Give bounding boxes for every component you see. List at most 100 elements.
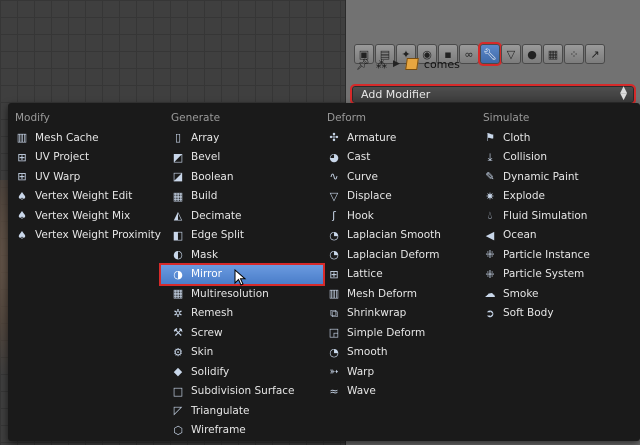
screw-icon: ⚒ <box>173 326 183 340</box>
menu-item-hook[interactable]: ʃ Hook <box>320 206 476 226</box>
menu-item-cloth[interactable]: ⚑ Cloth <box>476 128 632 148</box>
object-icon <box>405 58 419 70</box>
explode-icon: ✷ <box>485 189 495 203</box>
menu-item-subdivision-surface[interactable]: □ Subdivision Surface <box>164 382 320 402</box>
texture-icon[interactable]: ▦ <box>543 44 563 64</box>
fluid-simulation-icon: 💧︎ <box>487 209 493 223</box>
vertex-weight-icon: ♠ <box>17 228 27 242</box>
menu-item-ocean[interactable]: ◀ Ocean <box>476 226 632 246</box>
constraints-icon[interactable]: ∞ <box>459 44 479 64</box>
mesh-cache-icon: ▥ <box>16 131 28 145</box>
menu-item-laplacian-deform[interactable]: ◔ Laplacian Deform <box>320 245 476 265</box>
cloth-icon: ⚑ <box>485 131 495 145</box>
triangulate-icon: ◸ <box>173 404 183 418</box>
menu-item-mask[interactable]: ◐ Mask <box>164 245 320 265</box>
menu-item-shrinkwrap[interactable]: ⧉ Shrinkwrap <box>320 304 476 324</box>
menu-item-warp[interactable]: ➳ Warp <box>320 362 476 382</box>
menu-item-particle-instance[interactable]: ⁜ Particle Instance <box>476 245 632 265</box>
simple-deform-icon: ◲ <box>328 326 340 340</box>
smoke-icon: ☁ <box>484 287 496 301</box>
boolean-icon: ◪ <box>172 170 184 184</box>
menu-item-curve[interactable]: ∿ Curve <box>320 167 476 187</box>
menu-item-fluid-simulation[interactable]: 💧︎ Fluid Simulation <box>476 206 632 226</box>
menu-item-build[interactable]: ▦ Build <box>164 187 320 207</box>
menu-item-smooth[interactable]: ◔ Smooth <box>320 343 476 363</box>
collision-icon: ⤓ <box>487 150 493 164</box>
mouse-cursor-icon <box>234 269 247 286</box>
menu-item-boolean[interactable]: ◪ Boolean <box>164 167 320 187</box>
hook-icon: ʃ <box>332 209 336 223</box>
column-heading: Modify <box>15 112 50 124</box>
menu-item-mesh-cache[interactable]: ▥ Mesh Cache <box>8 128 164 148</box>
column-heading: Deform <box>327 112 367 124</box>
menu-item-bevel[interactable]: ◩ Bevel <box>164 148 320 168</box>
menu-item-lattice[interactable]: ⊞ Lattice <box>320 265 476 285</box>
menu-item-armature[interactable]: ✣ Armature <box>320 128 476 148</box>
menu-item-smoke[interactable]: ☁ Smoke <box>476 284 632 304</box>
pin-icon[interactable]: 📌︎ <box>356 58 370 71</box>
menu-item-array[interactable]: ▯ Array <box>164 128 320 148</box>
menu-column-modify: Modify ▥ Mesh Cache ⊞ UV Project ⊞ UV Warp … <box>8 109 164 245</box>
object-name: comes <box>423 57 460 71</box>
menu-item-soft-body[interactable]: ➲ Soft Body <box>476 304 632 324</box>
menu-item-explode[interactable]: ✷ Explode <box>476 187 632 207</box>
menu-item-vertex-weight-edit[interactable]: ♠ Vertex Weight Edit <box>8 187 164 207</box>
armature-icon: ✣ <box>329 131 339 145</box>
menu-item-screw[interactable]: ⚒ Screw <box>164 323 320 343</box>
menu-item-laplacian-smooth[interactable]: ◔ Laplacian Smooth <box>320 226 476 246</box>
mirror-icon: ◑ <box>173 267 183 281</box>
menu-item-displace[interactable]: ▽ Displace <box>320 187 476 207</box>
add-modifier-menu: Modify ▥ Mesh Cache ⊞ UV Project ⊞ UV Warp … <box>8 103 640 441</box>
menu-item-cast[interactable]: ◕ Cast <box>320 148 476 168</box>
menu-item-vertex-weight-mix[interactable]: ♠ Vertex Weight Mix <box>8 206 164 226</box>
dropdown-arrows-icon: ▲ ▼ <box>620 85 627 102</box>
menu-item-uv-warp[interactable]: ⊞ UV Warp <box>8 167 164 187</box>
menu-item-remesh[interactable]: ✲ Remesh <box>164 304 320 324</box>
material-icon[interactable]: ● <box>522 44 542 64</box>
laplacian-deform-icon: ◔ <box>329 248 339 262</box>
physics-icon[interactable]: ↗ <box>585 44 605 64</box>
modifiers-icon[interactable]: 🔧︎ <box>478 42 502 66</box>
menu-item-dynamic-paint[interactable]: ✎ Dynamic Paint <box>476 167 632 187</box>
column-heading: Generate <box>171 112 221 124</box>
menu-item-decimate[interactable]: ◭ Decimate <box>164 206 320 226</box>
menu-item-uv-project[interactable]: ⊞ UV Project <box>8 148 164 168</box>
mask-icon: ◐ <box>173 248 183 262</box>
menu-item-simple-deform[interactable]: ◲ Simple Deform <box>320 323 476 343</box>
particle-instance-icon: ⁜ <box>485 248 495 262</box>
shrinkwrap-icon: ⧉ <box>330 306 338 320</box>
scene-data-icon: ⁂ <box>375 57 387 71</box>
menu-column-simulate: Simulate ⚑ Cloth ⤓ Collision ✎ Dynamic Pain… <box>476 109 632 323</box>
wireframe-icon: ⬡ <box>173 423 183 437</box>
subdivision-surface-icon: □ <box>172 384 184 398</box>
menu-item-vertex-weight-proximity[interactable]: ♠ Vertex Weight Proximity <box>8 226 164 246</box>
cast-icon: ◕ <box>329 150 339 164</box>
menu-item-edge-split[interactable]: ◧ Edge Split <box>164 226 320 246</box>
breadcrumb: 📌︎ ⁂ ▶ comes <box>356 56 460 72</box>
menu-item-skin[interactable]: ⚙ Skin <box>164 343 320 363</box>
multiresolution-icon: ▦ <box>172 287 184 301</box>
menu-item-triangulate[interactable]: ◸ Triangulate <box>164 401 320 421</box>
remesh-icon: ✲ <box>173 306 183 320</box>
edge-split-icon: ◧ <box>172 228 184 242</box>
chevron-right-icon: ▶ <box>392 59 400 69</box>
menu-item-collision[interactable]: ⤓ Collision <box>476 148 632 168</box>
skin-icon: ⚙ <box>173 345 183 359</box>
menu-item-mesh-deform[interactable]: ▥ Mesh Deform <box>320 284 476 304</box>
particles-icon[interactable]: ⁘ <box>564 44 584 64</box>
menu-item-particle-system[interactable]: ⁜ Particle System <box>476 265 632 285</box>
curve-icon: ∿ <box>329 170 339 184</box>
soft-body-icon: ➲ <box>485 306 495 320</box>
menu-item-wireframe[interactable]: ⬡ Wireframe <box>164 421 320 441</box>
ocean-icon: ◀ <box>485 228 495 242</box>
bevel-icon: ◩ <box>172 150 184 164</box>
dynamic-paint-icon: ✎ <box>485 170 495 184</box>
solidify-icon: ◆ <box>173 365 183 379</box>
uv-warp-icon: ⊞ <box>17 170 27 184</box>
add-modifier-dropdown[interactable]: Add Modifier ▲ ▼ <box>350 84 636 105</box>
build-icon: ▦ <box>172 189 184 203</box>
menu-item-wave[interactable]: ≈ Wave <box>320 382 476 402</box>
warp-icon: ➳ <box>329 365 339 379</box>
menu-item-solidify[interactable]: ◆ Solidify <box>164 362 320 382</box>
data-icon[interactable]: ▽ <box>501 44 521 64</box>
